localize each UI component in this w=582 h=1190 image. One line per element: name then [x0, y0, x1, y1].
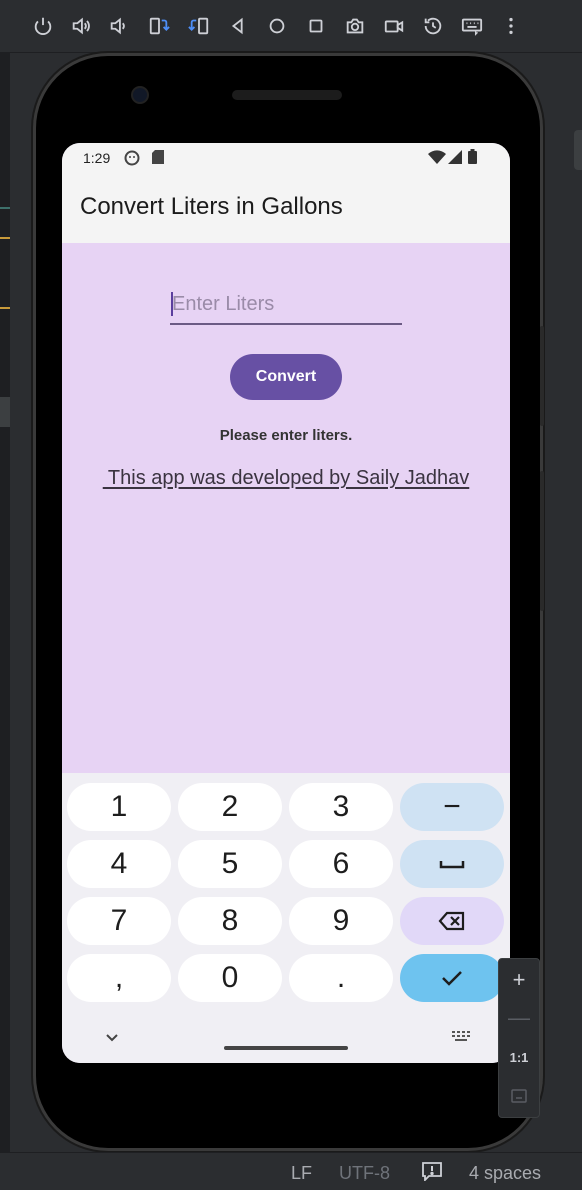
key-1[interactable]: 1	[67, 783, 171, 831]
notification-icon	[124, 150, 140, 171]
snapshot-icon[interactable]	[419, 12, 447, 40]
gesture-nav-handle[interactable]	[224, 1046, 348, 1050]
line-separator-indicator[interactable]: LF	[291, 1163, 312, 1184]
key-done[interactable]	[400, 954, 504, 1002]
convert-button[interactable]: Convert	[230, 354, 342, 400]
more-icon[interactable]	[497, 12, 525, 40]
emulator-toolbar	[0, 0, 582, 53]
numeric-keyboard: 1 2 3 − 4 5 6 7 8 9 , 0 .	[62, 773, 510, 1063]
back-icon[interactable]	[224, 12, 252, 40]
key-minus[interactable]: −	[400, 783, 504, 831]
editor-gutter	[0, 52, 10, 1152]
inspection-icon[interactable]	[421, 1161, 443, 1186]
tool-window-tab[interactable]	[574, 130, 582, 170]
page-title: Convert Liters in Gallons	[80, 193, 343, 220]
overview-icon[interactable]	[302, 12, 330, 40]
key-0[interactable]: 0	[178, 954, 282, 1002]
key-3[interactable]: 3	[289, 783, 393, 831]
status-time: 1:29	[83, 150, 111, 166]
checkmark-icon	[442, 971, 462, 986]
liters-input[interactable]	[170, 287, 404, 321]
zoom-out-button[interactable]: —	[499, 999, 539, 1037]
chevron-down-icon[interactable]	[102, 1027, 122, 1047]
sd-card-icon	[152, 150, 164, 169]
result-text: Please enter liters.	[219, 427, 353, 444]
android-status-bar: 1:29	[62, 143, 510, 173]
key-comma[interactable]: ,	[67, 954, 171, 1002]
rotate-left-icon[interactable]	[145, 12, 173, 40]
text-cursor	[171, 292, 173, 316]
key-5[interactable]: 5	[178, 840, 282, 888]
key-7[interactable]: 7	[67, 897, 171, 945]
rotate-right-icon[interactable]	[185, 12, 213, 40]
key-8[interactable]: 8	[178, 897, 282, 945]
keyboard-switch-icon[interactable]	[450, 1027, 472, 1047]
emulator-device-frame: 1:29 Convert Liters in Gallons Enter Lit…	[36, 56, 544, 1148]
key-space[interactable]	[400, 840, 504, 888]
encoding-indicator[interactable]: UTF-8	[339, 1163, 390, 1184]
developer-credit: This app was developed by Saily Jadhav	[102, 467, 470, 489]
cellular-signal-icon	[448, 150, 462, 169]
zoom-actual-size-button[interactable]: 1:1	[499, 1038, 539, 1076]
key-6[interactable]: 6	[289, 840, 393, 888]
key-backspace[interactable]	[400, 897, 504, 945]
keyboard-icon[interactable]	[458, 12, 486, 40]
wifi-icon	[428, 150, 446, 169]
key-2[interactable]: 2	[178, 783, 282, 831]
main-content: Convert Please enter liters. This app wa…	[62, 243, 510, 773]
device-screen: 1:29 Convert Liters in Gallons Enter Lit…	[62, 143, 510, 1063]
key-9[interactable]: 9	[289, 897, 393, 945]
earpiece-speaker	[232, 90, 342, 100]
keyboard-bottom-bar	[62, 1013, 510, 1063]
indent-indicator[interactable]: 4 spaces	[469, 1163, 541, 1184]
app-bar: Convert Liters in Gallons	[62, 173, 510, 243]
space-bar-icon	[439, 861, 465, 869]
zoom-fit-icon[interactable]	[499, 1077, 539, 1115]
screen-record-icon[interactable]	[380, 12, 408, 40]
home-icon[interactable]	[263, 12, 291, 40]
side-button	[540, 471, 544, 611]
camera-icon[interactable]	[341, 12, 369, 40]
ide-status-bar: LF UTF-8 4 spaces	[0, 1152, 582, 1190]
backspace-icon	[438, 911, 465, 931]
battery-icon	[468, 149, 477, 169]
volume-up-icon[interactable]	[67, 12, 95, 40]
power-icon[interactable]	[29, 12, 57, 40]
key-period[interactable]: .	[289, 954, 393, 1002]
side-button	[540, 326, 544, 426]
key-4[interactable]: 4	[67, 840, 171, 888]
front-camera	[133, 88, 147, 102]
volume-down-icon[interactable]	[105, 12, 133, 40]
zoom-controls: + — 1:1	[498, 958, 540, 1118]
zoom-in-button[interactable]: +	[499, 961, 539, 999]
liters-input-container	[170, 287, 404, 325]
